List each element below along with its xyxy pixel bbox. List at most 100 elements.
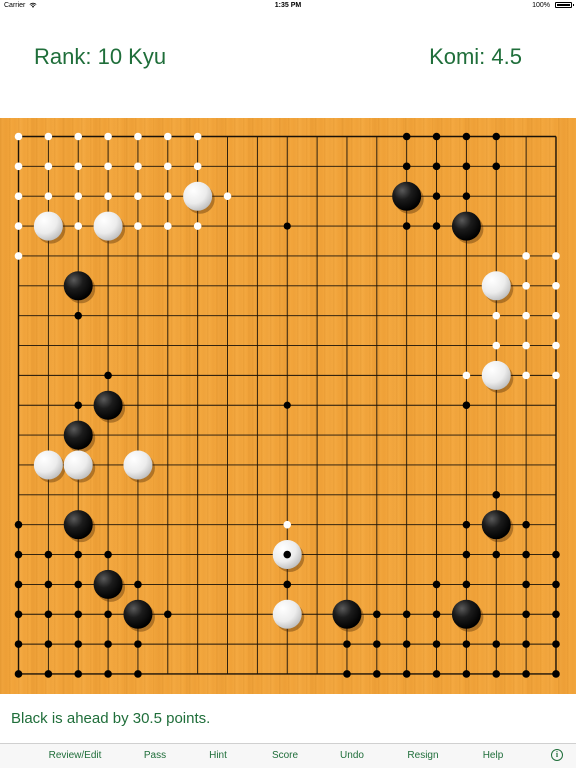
black-territory-marker — [522, 670, 530, 678]
resign-button[interactable]: Resign — [407, 750, 438, 761]
white-stone-body — [63, 450, 93, 480]
black-territory-marker — [104, 610, 112, 619]
black-territory-marker — [552, 610, 560, 619]
star-point — [283, 222, 291, 230]
battery-icon — [555, 2, 574, 8]
black-territory-marker — [104, 371, 112, 380]
black-territory-marker — [492, 670, 501, 678]
black-territory-marker — [44, 550, 53, 559]
white-territory-marker — [44, 132, 53, 141]
black-stone — [123, 599, 155, 632]
white-territory-marker — [552, 311, 560, 320]
black-stone-body — [93, 569, 123, 599]
black-territory-marker — [14, 670, 23, 678]
black-territory-marker — [14, 610, 23, 619]
black-territory-marker — [522, 580, 530, 589]
black-territory-marker — [74, 401, 83, 410]
white-stone-body — [481, 360, 511, 390]
black-territory-marker — [44, 670, 53, 678]
review-edit-button[interactable]: Review/Edit — [49, 750, 102, 761]
go-board[interactable] — [0, 118, 576, 694]
komi-label: Komi: 4.5 — [429, 44, 522, 69]
score-button[interactable]: Score — [272, 750, 298, 761]
undo-button[interactable]: Undo — [340, 750, 364, 761]
white-territory-marker — [104, 192, 112, 201]
black-territory-marker — [373, 640, 381, 648]
black-territory-marker — [14, 580, 23, 589]
black-territory-marker — [492, 132, 501, 141]
help-button[interactable]: Help — [483, 750, 504, 761]
black-territory-marker — [462, 550, 471, 559]
clock: 1:35 PM — [274, 2, 302, 9]
white-territory-marker — [74, 222, 83, 230]
black-territory-marker — [492, 491, 501, 499]
black-territory-marker — [522, 520, 530, 529]
black-territory-marker — [44, 610, 53, 619]
black-stone-body — [63, 271, 93, 301]
white-territory-marker — [223, 192, 232, 201]
white-stone-body — [481, 271, 511, 301]
black-territory-marker — [522, 640, 530, 648]
white-territory-marker — [134, 162, 142, 171]
star-point — [283, 401, 291, 409]
white-territory-marker — [44, 192, 53, 201]
black-territory-marker — [462, 162, 471, 171]
white-territory-marker — [14, 192, 23, 201]
black-territory-marker — [432, 192, 441, 201]
white-territory-marker — [134, 192, 142, 201]
white-territory-marker — [74, 192, 83, 201]
white-stone — [93, 211, 126, 244]
black-territory-marker — [462, 192, 471, 201]
board-grid[interactable] — [0, 118, 576, 694]
white-territory-marker — [14, 132, 23, 141]
info-icon[interactable]: i — [551, 749, 563, 761]
bottom-toolbar: Review/Edit Pass Hint Score Undo Resign … — [0, 743, 576, 768]
black-territory-marker — [522, 550, 530, 559]
black-territory-marker — [373, 670, 381, 678]
black-stone — [63, 271, 96, 304]
hint-button[interactable]: Hint — [209, 750, 227, 761]
black-stone — [63, 510, 96, 543]
black-territory-marker — [74, 640, 83, 648]
black-territory-marker — [552, 550, 560, 559]
white-territory-marker — [193, 222, 202, 230]
white-stone — [183, 181, 215, 214]
white-territory-marker — [14, 222, 23, 230]
white-territory-marker — [104, 162, 112, 171]
black-territory-marker — [432, 670, 441, 678]
black-territory-marker — [402, 222, 411, 230]
rank-label: Rank: 10 Kyu — [34, 44, 167, 69]
black-territory-marker — [343, 670, 351, 678]
white-territory-marker — [134, 132, 142, 141]
white-territory-marker — [552, 371, 560, 380]
white-territory-marker — [193, 132, 202, 141]
black-territory-marker — [104, 670, 112, 678]
black-territory-marker — [432, 132, 441, 141]
white-stone-body — [272, 599, 302, 629]
score-message: Black is ahead by 30.5 points. — [11, 710, 211, 727]
black-territory-marker — [462, 132, 471, 141]
black-territory-marker — [74, 311, 83, 320]
black-territory-marker — [104, 640, 112, 648]
last-move-marker — [283, 550, 292, 559]
black-territory-marker — [283, 580, 292, 589]
pass-button[interactable]: Pass — [144, 750, 166, 761]
black-stone-body — [123, 599, 153, 629]
black-stone — [63, 420, 96, 453]
black-territory-marker — [44, 640, 53, 648]
white-territory-marker — [134, 222, 142, 230]
white-territory-marker — [44, 162, 53, 171]
black-stone — [332, 599, 364, 632]
black-stone-body — [332, 599, 362, 629]
black-territory-marker — [432, 580, 441, 589]
white-territory-marker — [492, 311, 501, 320]
black-territory-marker — [14, 550, 23, 559]
black-territory-marker — [402, 610, 411, 619]
black-stone-body — [392, 181, 422, 211]
black-territory-marker — [462, 640, 471, 648]
white-territory-marker — [193, 162, 202, 171]
white-territory-marker — [462, 371, 471, 380]
black-territory-marker — [432, 610, 441, 619]
white-stone — [63, 450, 96, 483]
white-territory-marker — [164, 162, 172, 171]
